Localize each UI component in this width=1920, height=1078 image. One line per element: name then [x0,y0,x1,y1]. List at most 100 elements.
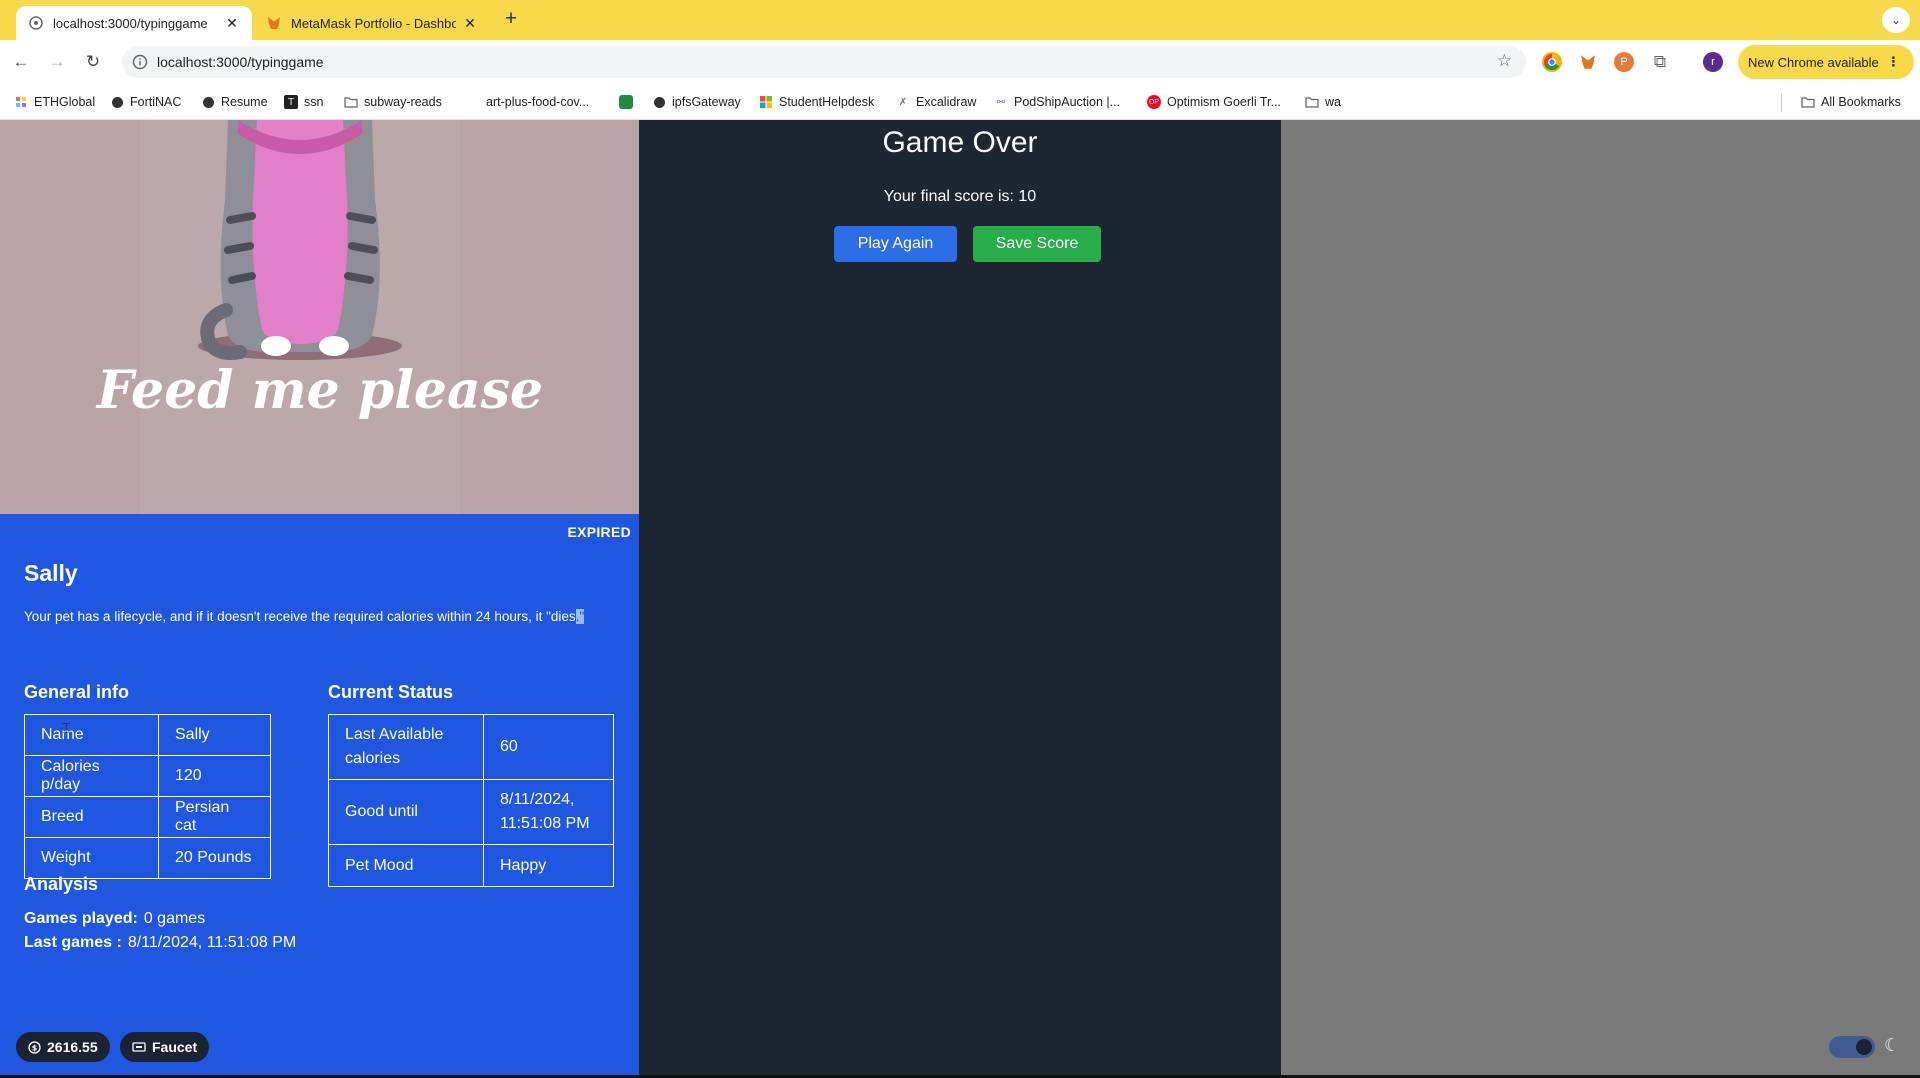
globe-icon [110,95,124,109]
info-value: Sally [158,714,271,756]
close-icon[interactable]: ✕ [224,15,240,32]
metamask-fox-icon [266,15,282,31]
table-row: Last Available calories 60 [328,714,614,780]
bookmark-wa[interactable]: wa [1305,93,1341,111]
pet-image: Feed me please [0,120,639,514]
back-icon[interactable]: ← [8,49,34,75]
table-row: Pet Mood Happy [328,844,614,887]
svg-text:$: $ [32,1043,38,1052]
games-played: Games played: 0 games [24,910,206,927]
address-bar[interactable]: localhost:3000/typinggame ☆ [122,46,1526,78]
site-info-icon[interactable] [132,54,148,70]
pet-description: Your pet has a lifecycle, and if it does… [24,609,585,624]
table-row: Weight 20 Pounds [24,837,271,879]
status-badge: EXPIRED [567,524,631,540]
info-label: Calories p/day [24,755,159,797]
bookmark-excalidraw[interactable]: ✗ Excalidraw [896,93,977,111]
close-icon[interactable]: ✕ [462,15,478,32]
extension-p-icon[interactable]: P [1614,52,1634,72]
pet-card: EXPIRED Sally Your pet has a lifecycle, … [0,514,639,1075]
new-chrome-available-button[interactable]: New Chrome available ⋮ [1738,45,1914,79]
bookmark-art-plus-food[interactable]: art-plus-food-cov... [486,93,589,111]
bookmark-subway-reads[interactable]: subway-reads [344,93,442,111]
folder-icon [344,95,358,109]
all-bookmarks[interactable]: All Bookmarks [1801,93,1901,111]
last-games: Last games :8/11/2024, 11:51:08 PM [24,934,297,951]
ethglobal-icon [14,95,28,109]
bookmarks-bar: ETHGlobal FortiNAC Resume T ssn subway-r… [0,84,1920,120]
bookmark-podshipauction[interactable]: ⚯ PodShipAuction |... [994,93,1120,111]
t-letter-icon: T [284,95,298,109]
status-value: 8/11/2024, 11:51:08 PM [483,779,614,845]
save-score-button[interactable]: Save Score [973,226,1101,262]
bookmark-ssn[interactable]: T ssn [284,93,323,111]
table-row: Breed Persian cat [24,796,271,838]
star-icon[interactable]: ☆ [1497,51,1512,71]
bookmark-optimism-goerli[interactable]: OP Optimism Goerli Tr... [1147,93,1281,111]
image-caption: Feed me please [95,360,543,421]
general-info-table: Name Sally Calories p/day 120 Breed Persian… [24,714,271,879]
globe-icon [652,95,666,109]
puzzle-icon[interactable]: ⧉ [1650,52,1670,72]
tab-typinggame[interactable]: localhost:3000/typinggame ✕ [16,6,252,40]
info-label: Name [24,714,159,756]
play-again-button[interactable]: Play Again [834,226,957,262]
metamask-fox-icon[interactable] [1578,52,1598,72]
status-label: Good until [328,779,484,845]
tab-strip: localhost:3000/typinggame ✕ MetaMask Por… [0,0,1920,40]
folder-icon [1305,95,1319,109]
toggle-knob [1856,1039,1872,1055]
current-status-table: Last Available calories 60 Good until 8/11… [328,714,614,887]
status-label: Last Available calories [328,714,484,780]
tab-title: localhost:3000/typinggame [53,15,208,31]
kebab-menu-icon[interactable]: ⋮ [1887,54,1900,70]
bookmarks-divider [1781,94,1782,112]
browser-toolbar: ← → ↻ localhost:3000/typinggame ☆ P ⧉ r … [0,40,1920,84]
faucet-icon [132,1041,146,1053]
link-icon: ⚯ [996,96,1006,108]
general-info-title: General info [24,682,130,702]
pet-panel: Feed me please EXPIRED Sally Your pet ha… [0,120,639,1075]
bookmark-fortinac[interactable]: FortiNAC [110,93,181,111]
globe-icon [201,95,215,109]
cat-illustration: Feed me please [0,120,639,514]
bookmark-ethglobal[interactable]: ETHGlobal [14,93,95,111]
chrome-extension-icon[interactable] [1542,52,1562,72]
bookmark-resume[interactable]: Resume [201,93,268,111]
bookmark-ipfsgateway[interactable]: ipfsGateway [652,93,741,111]
avatar[interactable]: r [1703,52,1723,72]
faucet-button[interactable]: Faucet [120,1032,210,1062]
tab-metamask[interactable]: MetaMask Portfolio - Dashbo ✕ [254,6,490,40]
table-row: Calories p/day 120 [24,755,271,797]
theme-toggle[interactable] [1829,1036,1875,1058]
dollar-icon: $ [28,1040,41,1054]
info-label: Weight [24,837,159,879]
folder-icon [1801,95,1815,109]
bookmark-green-app[interactable] [619,93,639,111]
chevron-down-icon[interactable]: ⌄ [1882,7,1910,33]
globe-icon [28,15,44,31]
status-label: Pet Mood [328,844,484,887]
status-value: 60 [483,714,614,780]
final-score: Your final score is: 10 [883,188,1037,205]
excalidraw-icon: ✗ [898,96,908,108]
pet-name: Sally [24,560,78,586]
reload-icon[interactable]: ↻ [80,49,106,75]
current-status-title: Current Status [328,682,454,702]
empty-area [1281,120,1920,1075]
new-tab-button[interactable]: + [499,8,523,32]
game-over-title: Game Over [882,126,1038,159]
forward-icon[interactable]: → [44,49,70,75]
info-value: 120 [158,755,271,797]
info-value: 20 Pounds [158,837,271,879]
table-row: Good until 8/11/2024, 11:51:08 PM [328,779,614,845]
url-text: localhost:3000/typinggame [157,54,324,70]
bookmark-studenthelpdesk[interactable]: StudentHelpdesk [759,93,874,111]
wallet-balance[interactable]: $ 2616.55 [16,1032,110,1062]
status-value: Happy [483,844,614,887]
game-panel: Game Over Your final score is: 10 Play A… [639,120,1281,1075]
tab-title: MetaMask Portfolio - Dashbo [291,15,456,31]
moon-icon: ☾ [1884,1035,1901,1055]
text-cursor-icon: ⌶ [62,720,71,736]
green-app-icon [619,95,633,109]
